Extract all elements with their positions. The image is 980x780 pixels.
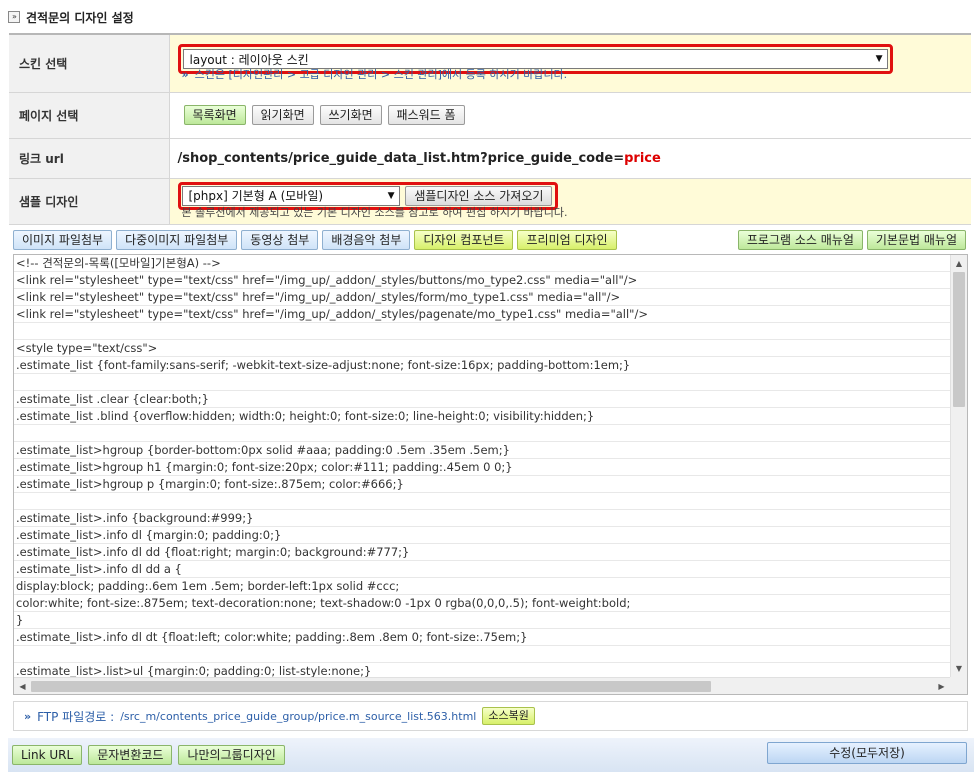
code-line: .estimate_list>hgroup h1 {margin:0; font…	[16, 460, 513, 474]
skin-hint-text: 스킨은 [디자인관리 > 고급 디자인 관리 > 스킨 관리]에서 등록 하시기…	[194, 68, 568, 82]
write-view-button[interactable]: 쓰기화면	[319, 105, 382, 125]
save-all-button[interactable]: 수정(모두저장)	[767, 742, 967, 764]
code-line: display:block; padding:.6em 1em .5em; bo…	[16, 579, 400, 593]
code-line: .estimate_list>hgroup p {margin:0; font-…	[16, 477, 404, 491]
code-line: .estimate_list>.info {background:#999;}	[16, 511, 254, 525]
ftp-arrow-icon: »	[24, 709, 32, 723]
skin-hint: » 스킨은 [디자인관리 > 고급 디자인 관리 > 스킨 관리]에서 등록 하시…	[178, 66, 972, 82]
link-url-value: /shop_contents/price_guide_data_list.htm…	[178, 151, 661, 166]
link-url-param: price	[624, 150, 661, 166]
code-line: <link rel="stylesheet" type="text/css" h…	[16, 290, 621, 304]
scroll-up-icon[interactable]: ▲	[951, 255, 967, 272]
load-sample-button[interactable]: 샘플디자인 소스 가져오기	[405, 186, 553, 207]
page-select-label: 페이지 선택	[9, 92, 170, 139]
code-line: .estimate_list>.info dl {margin:0; paddi…	[16, 528, 282, 542]
sample-select-value: [phpx] 기본형 A (모바일)	[188, 189, 324, 204]
source-code-editor[interactable]: <!-- 견적문의-목록([모바일]기본형A) --> <link rel="st…	[13, 254, 968, 695]
char-convert-button[interactable]: 문자변환코드	[88, 745, 173, 765]
code-content[interactable]: <!-- 견적문의-목록([모바일]기본형A) --> <link rel="st…	[14, 255, 950, 677]
page-title: 견적문의 디자인 설정	[26, 10, 134, 25]
link-url-button[interactable]: Link URL	[12, 745, 83, 765]
chevron-down-icon: ▼	[875, 54, 883, 65]
code-line: <!-- 견적문의-목록([모바일]기본형A) -->	[16, 256, 221, 270]
settings-form: 스킨 선택 layout : 레이아웃 스킨 ▼ » 스킨은 [디자인관리 > 고…	[9, 33, 971, 225]
scroll-left-icon[interactable]: ◀	[14, 678, 31, 694]
sample-hint: 본 솔루션에서 제공되고 있는 기본 디자인 소스를 참고로 하여 편집 하시기…	[181, 206, 568, 220]
attach-video-button[interactable]: 동영상 첨부	[241, 230, 319, 250]
design-component-button[interactable]: 디자인 컴포넌트	[414, 230, 514, 250]
editor-toolbar: 이미지 파일첨부 다중이미지 파일첨부 동영상 첨부 배경음악 첨부 디자인 컴…	[13, 229, 968, 251]
attach-multi-image-button[interactable]: 다중이미지 파일첨부	[116, 230, 238, 250]
link-url-label: 링크 url	[9, 138, 170, 179]
scroll-right-icon[interactable]: ▶	[933, 678, 950, 694]
horizontal-scrollbar[interactable]: ◀ ▶	[14, 677, 950, 694]
password-form-button[interactable]: 패스워드 폼	[387, 105, 465, 125]
code-line: <link rel="stylesheet" type="text/css" h…	[16, 273, 638, 287]
program-manual-button[interactable]: 프로그램 소스 매뉴얼	[737, 230, 863, 250]
list-view-button[interactable]: 목록화면	[183, 105, 246, 125]
sample-select[interactable]: [phpx] 기본형 A (모바일) ▼	[181, 185, 400, 206]
code-line: <style type="text/css">	[16, 341, 158, 355]
code-line: color:white; font-size:.875em; text-deco…	[16, 596, 631, 610]
read-view-button[interactable]: 읽기화면	[251, 105, 314, 125]
code-line: .estimate_list>.list>ul {margin:0; paddi…	[16, 664, 372, 677]
attach-music-button[interactable]: 배경음악 첨부	[322, 230, 411, 250]
scroll-down-icon[interactable]: ▼	[951, 660, 967, 677]
my-group-design-button[interactable]: 나만의그룹디자인	[178, 745, 285, 765]
syntax-manual-button[interactable]: 기본문법 매뉴얼	[866, 230, 966, 250]
bottom-left-buttons: Link URL 문자변환코드 나만의그룹디자인	[12, 745, 287, 765]
toolbar-left: 이미지 파일첨부 다중이미지 파일첨부 동영상 첨부 배경음악 첨부 디자인 컴…	[13, 230, 619, 250]
code-line: .estimate_list .blind {overflow:hidden; …	[16, 409, 595, 423]
code-line: .estimate_list .clear {clear:both;}	[16, 392, 209, 406]
vertical-scroll-thumb[interactable]	[953, 272, 965, 407]
skin-label: 스킨 선택	[9, 34, 170, 93]
ftp-path: /src_m/contents_price_guide_group/price.…	[120, 709, 477, 723]
code-line: .estimate_list {font-family:sans-serif; …	[16, 358, 631, 372]
code-line: .estimate_list>hgroup {border-bottom:0px…	[16, 443, 510, 457]
toolbar-right: 프로그램 소스 매뉴얼 기본문법 매뉴얼	[737, 230, 968, 250]
attach-image-button[interactable]: 이미지 파일첨부	[13, 230, 113, 250]
ftp-label: FTP 파일경로 :	[37, 709, 115, 724]
code-line: <link rel="stylesheet" type="text/css" h…	[16, 307, 648, 321]
title-bullet-icon: »	[8, 11, 20, 23]
vertical-scrollbar[interactable]: ▲ ▼	[950, 255, 967, 677]
hint-arrow-icon: »	[181, 68, 189, 82]
horizontal-scroll-thumb[interactable]	[31, 681, 711, 692]
code-line: }	[16, 613, 24, 627]
sample-label: 샘플 디자인	[9, 178, 170, 225]
ftp-path-bar: » FTP 파일경로 : /src_m/contents_price_guide…	[13, 701, 968, 731]
skin-select-value: layout : 레이아웃 스킨	[189, 52, 309, 67]
resize-corner[interactable]	[950, 677, 967, 694]
bottom-action-bar: Link URL 문자변환코드 나만의그룹디자인 수정(모두저장)	[8, 738, 974, 772]
page-header: » 견적문의 디자인 설정	[8, 8, 134, 26]
premium-design-button[interactable]: 프리미엄 디자인	[517, 230, 617, 250]
code-line: .estimate_list>.info dl dt {float:left; …	[16, 630, 528, 644]
chevron-down-icon: ▼	[387, 190, 395, 201]
restore-source-button[interactable]: 소스복원	[482, 707, 535, 725]
link-url-path: /shop_contents/price_guide_data_list.htm…	[177, 150, 625, 166]
code-line: .estimate_list>.info dl dd {float:right;…	[16, 545, 410, 559]
code-line: .estimate_list>.info dl dd a {	[16, 562, 182, 576]
